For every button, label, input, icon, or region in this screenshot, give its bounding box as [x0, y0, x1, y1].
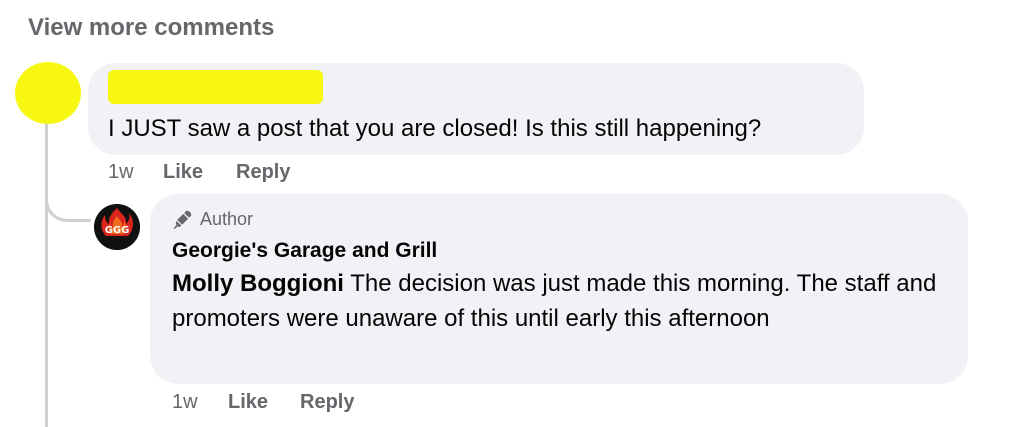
comment-like-button[interactable]: Like: [163, 158, 203, 186]
comment-timestamp[interactable]: 1w: [108, 158, 134, 186]
reply-reply-button[interactable]: Reply: [300, 388, 354, 416]
mention-link[interactable]: Molly Boggioni: [172, 270, 344, 297]
thread-line: [45, 118, 48, 427]
reply-like-button[interactable]: Like: [228, 388, 268, 416]
comment-reply-button[interactable]: Reply: [236, 158, 290, 186]
view-more-comments-link[interactable]: View more comments: [28, 12, 274, 44]
reply-text: Molly Boggioni The decision was just mad…: [172, 266, 952, 336]
author-badge: Author: [172, 206, 253, 232]
page-avatar[interactable]: GGG: [94, 204, 140, 250]
reply-timestamp[interactable]: 1w: [172, 388, 198, 416]
commenter-name-redacted[interactable]: [108, 70, 323, 104]
page-logo-icon: GGG: [94, 204, 140, 250]
author-badge-label: Author: [200, 208, 254, 229]
microphone-icon: [173, 210, 192, 230]
reply-author-name[interactable]: Georgie's Garage and Grill: [172, 237, 437, 265]
comment-text: I JUST saw a post that you are closed! I…: [108, 115, 762, 142]
reply-connector-line: [45, 170, 91, 222]
svg-text:GGG: GGG: [105, 225, 130, 236]
commenter-avatar-redacted[interactable]: [15, 62, 81, 124]
